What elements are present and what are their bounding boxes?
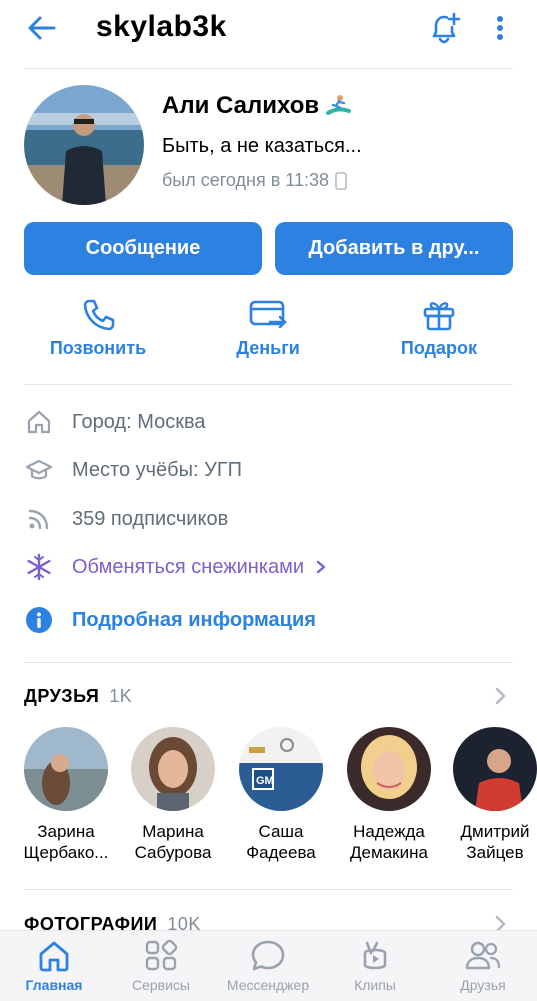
bell-plus-icon [432,12,461,44]
friend-last-name: Сабурова [134,843,212,862]
friend-card[interactable]: Марина Сабурова [118,727,228,863]
nav-clips[interactable]: Клипы [325,939,425,993]
friend-name: Зарина Щербако... [11,821,121,863]
nav-friends[interactable]: Друзья [433,939,533,993]
friends-count: 1K [109,686,133,706]
nav-friends-label: Друзья [460,977,506,993]
nav-home[interactable]: Главная [4,939,104,993]
friend-first-name: Марина [142,822,204,841]
arrow-left-icon [28,16,56,40]
phone-icon [83,299,115,331]
friend-card[interactable]: Дмитрий Зайцев [440,727,537,863]
friend-card[interactable]: GM Саша Фадеева [226,727,336,863]
nav-services[interactable]: Сервисы [111,939,211,993]
friend-first-name: Надежда [353,822,425,841]
gift-action[interactable]: Подарок [374,298,504,359]
nav-messenger[interactable]: Мессенджер [218,939,318,993]
friend-avatar [347,727,431,811]
friend-name: Дмитрий Зайцев [440,821,537,863]
money-action-label: Деньги [236,338,300,358]
money-transfer-icon [249,300,287,329]
friend-avatar: GM [239,727,323,811]
snowflakes-link[interactable]: Обменяться снежинками [24,552,328,582]
friend-last-name: Зайцев [466,843,524,862]
info-followers[interactable]: 359 подписчиков [24,504,228,534]
call-action-label: Позвонить [49,338,147,358]
last-seen-text: был сегодня в 11:38 [162,170,330,190]
friend-card[interactable]: Зарина Щербако... [11,727,121,863]
friend-first-name: Дмитрий [460,822,530,841]
add-friend-button[interactable]: Добавить в дру... [275,222,513,275]
divider [24,889,513,890]
details-link-text: Подробная информация [72,608,316,631]
profile-status: Быть, а не казаться... [162,135,362,157]
friend-name: Саша Фадеева [226,821,336,863]
friend-name: Надежда Демакина [334,821,444,863]
nav-messenger-label: Мессенджер [226,977,310,993]
mobile-device-icon [335,171,347,190]
nav-services-label: Сервисы [131,977,190,993]
profile-avatar[interactable] [24,85,144,205]
info-city: Город: Москва [24,407,206,437]
details-link[interactable]: Подробная информация [24,605,316,635]
home-outline-icon [27,410,51,434]
services-icon [145,939,178,971]
call-action[interactable]: Позвонить [33,298,163,359]
friend-last-name: Фадеева [246,843,316,862]
more-vertical-icon [497,16,503,40]
page-title: skylab3k [96,10,227,43]
info-city-text: Город: Москва [72,410,206,433]
notifications-button[interactable] [424,8,464,48]
friend-name: Марина Сабурова [118,821,228,863]
messenger-icon [251,940,285,971]
profile-name-text: Али Салихов [162,92,320,119]
surfer-emoji-icon [326,95,352,115]
chevron-right-icon[interactable] [490,684,510,708]
snowflakes-link-text: Обменяться снежинками [72,555,305,578]
divider [24,68,513,69]
more-menu-button[interactable] [490,8,510,48]
clips-icon [363,941,387,970]
friends-section-header[interactable]: ДРУЗЬЯ 1K [24,686,132,707]
friend-first-name: Саша [258,822,304,841]
money-action[interactable]: Деньги [203,298,333,359]
bottom-nav: Главная Сервисы Мессенджер Клипы Друзья [0,930,537,1001]
profile-name: Али Салихов [162,92,352,120]
graduation-cap-icon [25,459,53,480]
info-study-text: Место учёбы: УГП [72,458,243,481]
followers-rss-icon [28,509,49,530]
friend-last-name: Демакина [350,843,428,862]
friend-avatar [131,727,215,811]
friends-section-title: ДРУЗЬЯ [24,686,100,706]
nav-clips-label: Клипы [354,977,396,993]
divider [24,384,513,385]
info-followers-text: 359 подписчиков [72,507,229,530]
message-button[interactable]: Сообщение [24,222,262,275]
friend-last-name: Щербако... [23,843,109,862]
gift-icon [423,302,455,331]
info-study: Место учёбы: УГП [24,455,242,485]
gift-action-label: Подарок [400,338,478,358]
chevron-right-icon [316,560,326,574]
friend-avatar [453,727,537,811]
friend-avatar [24,727,108,811]
divider [24,662,513,663]
svg-text:GM: GM [256,775,274,787]
friend-card[interactable]: Надежда Демакина [334,727,444,863]
home-icon [39,941,69,972]
friends-icon [465,941,501,970]
friend-first-name: Зарина [37,822,95,841]
back-button[interactable] [24,10,60,46]
snowflake-icon [27,553,51,581]
last-seen: был сегодня в 11:38 [162,170,347,191]
top-bar: skylab3k [0,0,537,56]
info-icon [26,607,52,633]
nav-home-label: Главная [25,977,83,993]
